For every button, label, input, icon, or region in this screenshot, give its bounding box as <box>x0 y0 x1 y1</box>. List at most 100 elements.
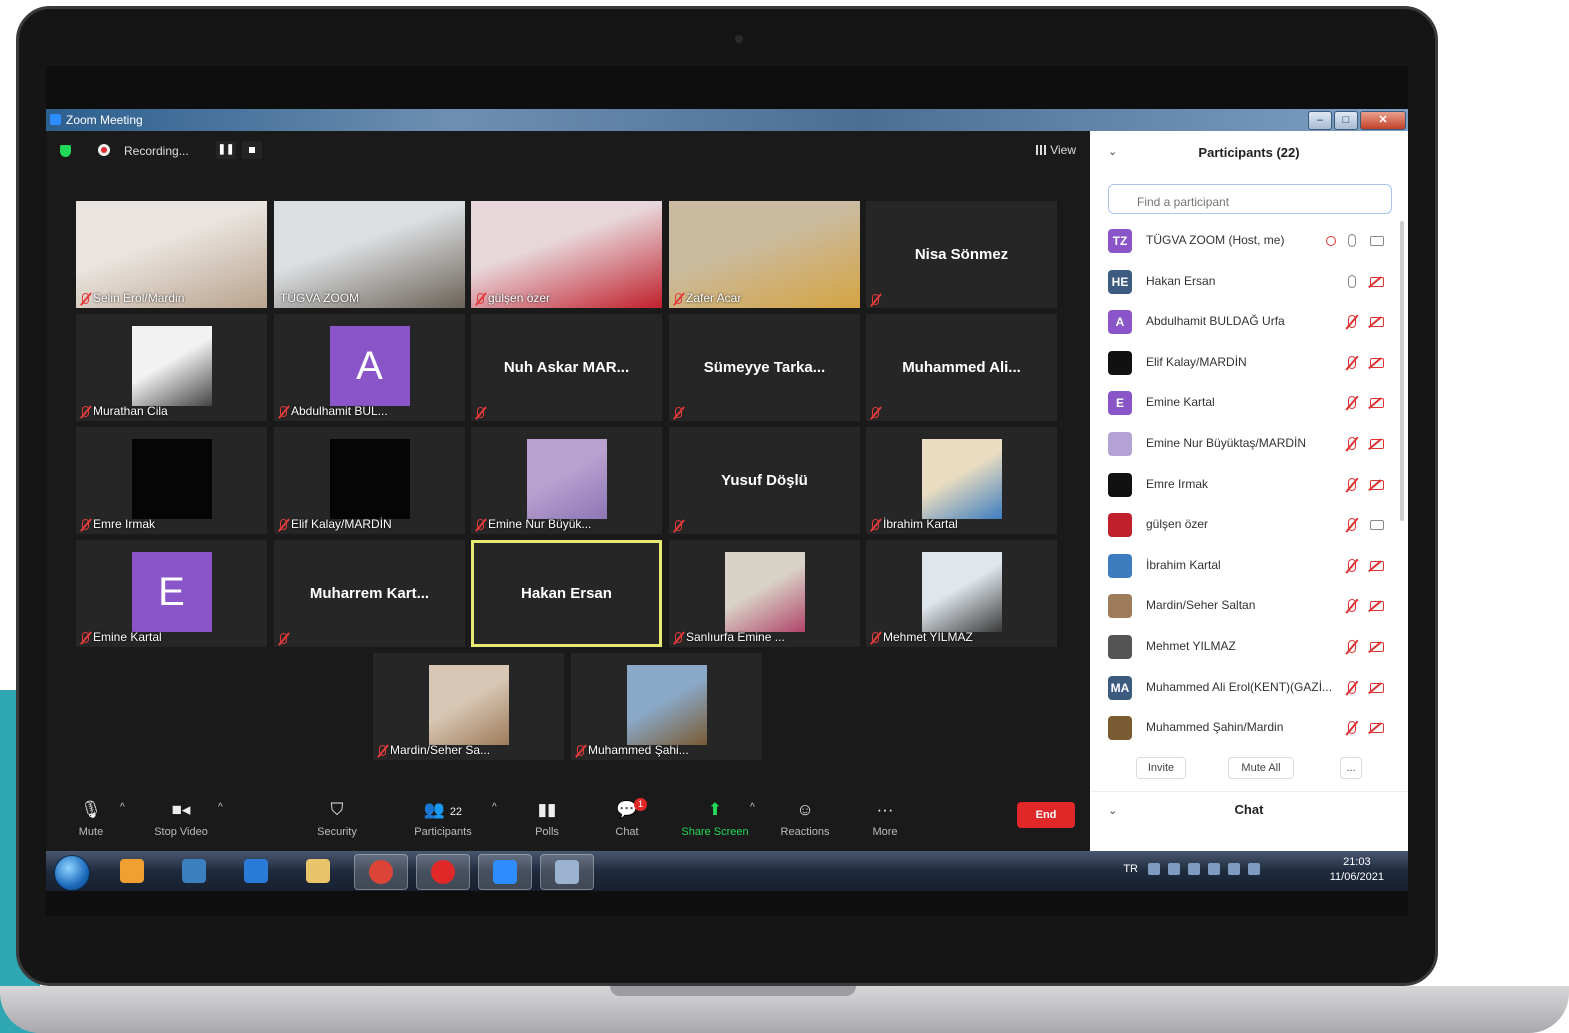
video-tile[interactable]: Mardin/Seher Sa... <box>373 653 564 760</box>
speaker-tray-icon[interactable] <box>1248 863 1260 875</box>
video-tile[interactable]: A Abdulhamit BUL... <box>274 314 465 421</box>
video-tile[interactable]: Muhammed Ali... <box>866 314 1057 421</box>
tile-name-label: Muhammed Şahi... <box>577 743 689 757</box>
maximize-button[interactable]: □ <box>1334 111 1358 130</box>
file-explorer-icon[interactable] <box>292 854 344 888</box>
mic-off-icon <box>1348 355 1356 369</box>
reactions-button[interactable]: ☺ Reactions <box>760 798 850 838</box>
video-tile[interactable]: Sanlıurfa Emine ... <box>669 540 860 647</box>
invite-button[interactable]: Invite <box>1136 757 1186 779</box>
video-tile[interactable]: Hakan Ersan <box>471 540 662 647</box>
video-tile[interactable]: Sümeyye Tarka... <box>669 314 860 421</box>
view-button[interactable]: View <box>1036 143 1076 157</box>
avatar <box>1108 472 1132 497</box>
participant-list-scrollbar[interactable] <box>1400 221 1404 521</box>
flag-tray-icon[interactable] <box>1188 863 1200 875</box>
mic-off-icon <box>477 407 484 418</box>
volume-tray-icon[interactable] <box>1168 863 1180 875</box>
security-button[interactable]: ⛉ Security <box>292 798 382 838</box>
video-tile[interactable]: Muhammed Şahi... <box>571 653 762 760</box>
participants-button[interactable]: 👥 22 Participants <box>398 798 488 838</box>
participants-options-chevron-icon[interactable]: ^ <box>492 802 497 813</box>
video-tile[interactable]: Zafer Acar <box>669 201 860 308</box>
zoom-tray-icon[interactable] <box>1148 863 1160 875</box>
video-tile[interactable]: TÜGVA ZOOM <box>274 201 465 308</box>
participant-name: Muhammed Ali Erol(KENT)(GAZİ... <box>1146 679 1333 694</box>
more-options-button[interactable]: ... <box>1340 757 1362 779</box>
participant-name: Selin Erol/Mardin <box>93 291 185 305</box>
shield-icon[interactable] <box>60 145 71 157</box>
video-tile[interactable]: Elif Kalay/MARDİN <box>274 427 465 534</box>
participant-name: Elif Kalay/MARDİN <box>1146 354 1247 369</box>
participant-name: Hakan Ersan <box>1146 273 1216 288</box>
internet-explorer-icon[interactable] <box>230 854 282 888</box>
mic-off-icon <box>1348 518 1356 532</box>
video-tile[interactable]: gülşen özer <box>471 201 662 308</box>
participant-row[interactable]: HE Hakan Ersan <box>1090 262 1408 303</box>
participant-row[interactable]: Mehmet YILMAZ <box>1090 627 1408 668</box>
participant-row[interactable]: A Abdulhamit BULDAĞ Urfa <box>1090 302 1408 343</box>
share-screen-button[interactable]: ⬆ Share Screen <box>670 798 760 838</box>
participant-row[interactable]: gülşen özer <box>1090 505 1408 546</box>
mic-off-icon <box>872 294 879 305</box>
participant-display-name: Nuh Askar MAR... <box>503 359 630 376</box>
pause-recording-button[interactable]: ❚❚ <box>216 141 236 159</box>
video-tile[interactable]: E Emine Kartal <box>76 540 267 647</box>
camera-off-icon <box>1370 601 1384 612</box>
calculator-icon[interactable] <box>540 854 594 890</box>
participant-search-input[interactable] <box>1108 184 1392 214</box>
zoom-app-icon[interactable] <box>478 854 532 890</box>
app-glyph <box>555 860 579 884</box>
participant-name: TÜGVA ZOOM (Host, me) <box>1146 233 1285 247</box>
participant-name: Sanlıurfa Emine ... <box>686 630 785 644</box>
share-options-chevron-icon[interactable]: ^ <box>750 802 755 813</box>
participant-row[interactable]: Mardin/Seher Saltan <box>1090 586 1408 627</box>
participant-row[interactable]: MA Muhammed Ali Erol(KENT)(GAZİ... <box>1090 668 1408 709</box>
video-tile[interactable]: Emine Nur Büyük... <box>471 427 662 534</box>
participant-name: Mehmet YILMAZ <box>883 630 973 644</box>
meeting-topbar: Recording... ❚❚ View <box>46 131 1090 171</box>
stop-recording-button[interactable] <box>242 141 262 159</box>
minimize-button[interactable]: – <box>1308 111 1332 130</box>
signal-tray-icon[interactable] <box>1228 863 1240 875</box>
participant-row[interactable]: E Emine Kartal <box>1090 383 1408 424</box>
stop-video-button[interactable]: ■◂ Stop Video <box>136 798 226 838</box>
profile-picture <box>921 439 1002 519</box>
video-tile[interactable]: Nisa Sönmez <box>866 201 1057 308</box>
close-button[interactable]: ✕ <box>1360 111 1406 130</box>
video-tile[interactable]: İbrahim Kartal <box>866 427 1057 534</box>
participant-row[interactable]: TZ TÜGVA ZOOM (Host, me) <box>1090 221 1408 262</box>
participant-row[interactable]: Emine Nur Büyüktaş/MARDİN <box>1090 424 1408 465</box>
laptop-notch <box>610 986 856 996</box>
chrome-icon[interactable] <box>354 854 408 890</box>
video-options-chevron-icon[interactable]: ^ <box>218 802 223 813</box>
participant-row[interactable]: Muhammed Şahin/Mardin <box>1090 708 1408 749</box>
video-tile[interactable]: Nuh Askar MAR... <box>471 314 662 421</box>
participant-row[interactable]: İbrahim Kartal <box>1090 546 1408 587</box>
audio-options-chevron-icon[interactable]: ^ <box>120 802 125 813</box>
start-button[interactable] <box>54 855 90 891</box>
network-tray-icon[interactable] <box>1208 863 1220 875</box>
video-tile[interactable]: Emre Irmak <box>76 427 267 534</box>
security-label: Security <box>317 826 357 838</box>
participant-row[interactable]: Emre Irmak <box>1090 465 1408 506</box>
taskbar-clock[interactable]: 21:03 11/06/2021 <box>1330 855 1384 885</box>
participant-display-name: Muharrem Kart... <box>309 585 430 602</box>
video-tile[interactable]: Murathan Cila <box>76 314 267 421</box>
participant-row[interactable]: Elif Kalay/MARDİN <box>1090 343 1408 384</box>
participant-name: Muhammed Şahi... <box>588 743 689 757</box>
camera-off-icon <box>1370 357 1384 368</box>
opera-icon[interactable] <box>416 854 470 890</box>
mute-all-button[interactable]: Mute All <box>1228 757 1294 779</box>
polls-button[interactable]: ▮▮ Polls <box>502 798 592 838</box>
language-indicator[interactable]: TR <box>1123 863 1138 875</box>
video-tile[interactable]: Yusuf Döşlü <box>669 427 860 534</box>
more-button[interactable]: ··· More <box>840 798 930 838</box>
video-tile[interactable]: Mehmet YILMAZ <box>866 540 1057 647</box>
chat-button[interactable]: 💬 1 Chat <box>582 798 672 838</box>
media-player-icon[interactable] <box>106 854 158 888</box>
end-meeting-button[interactable]: End <box>1017 802 1075 828</box>
video-tile[interactable]: Selin Erol/Mardin <box>76 201 267 308</box>
explorer-window-icon[interactable] <box>168 854 220 888</box>
video-tile[interactable]: Muharrem Kart... <box>274 540 465 647</box>
